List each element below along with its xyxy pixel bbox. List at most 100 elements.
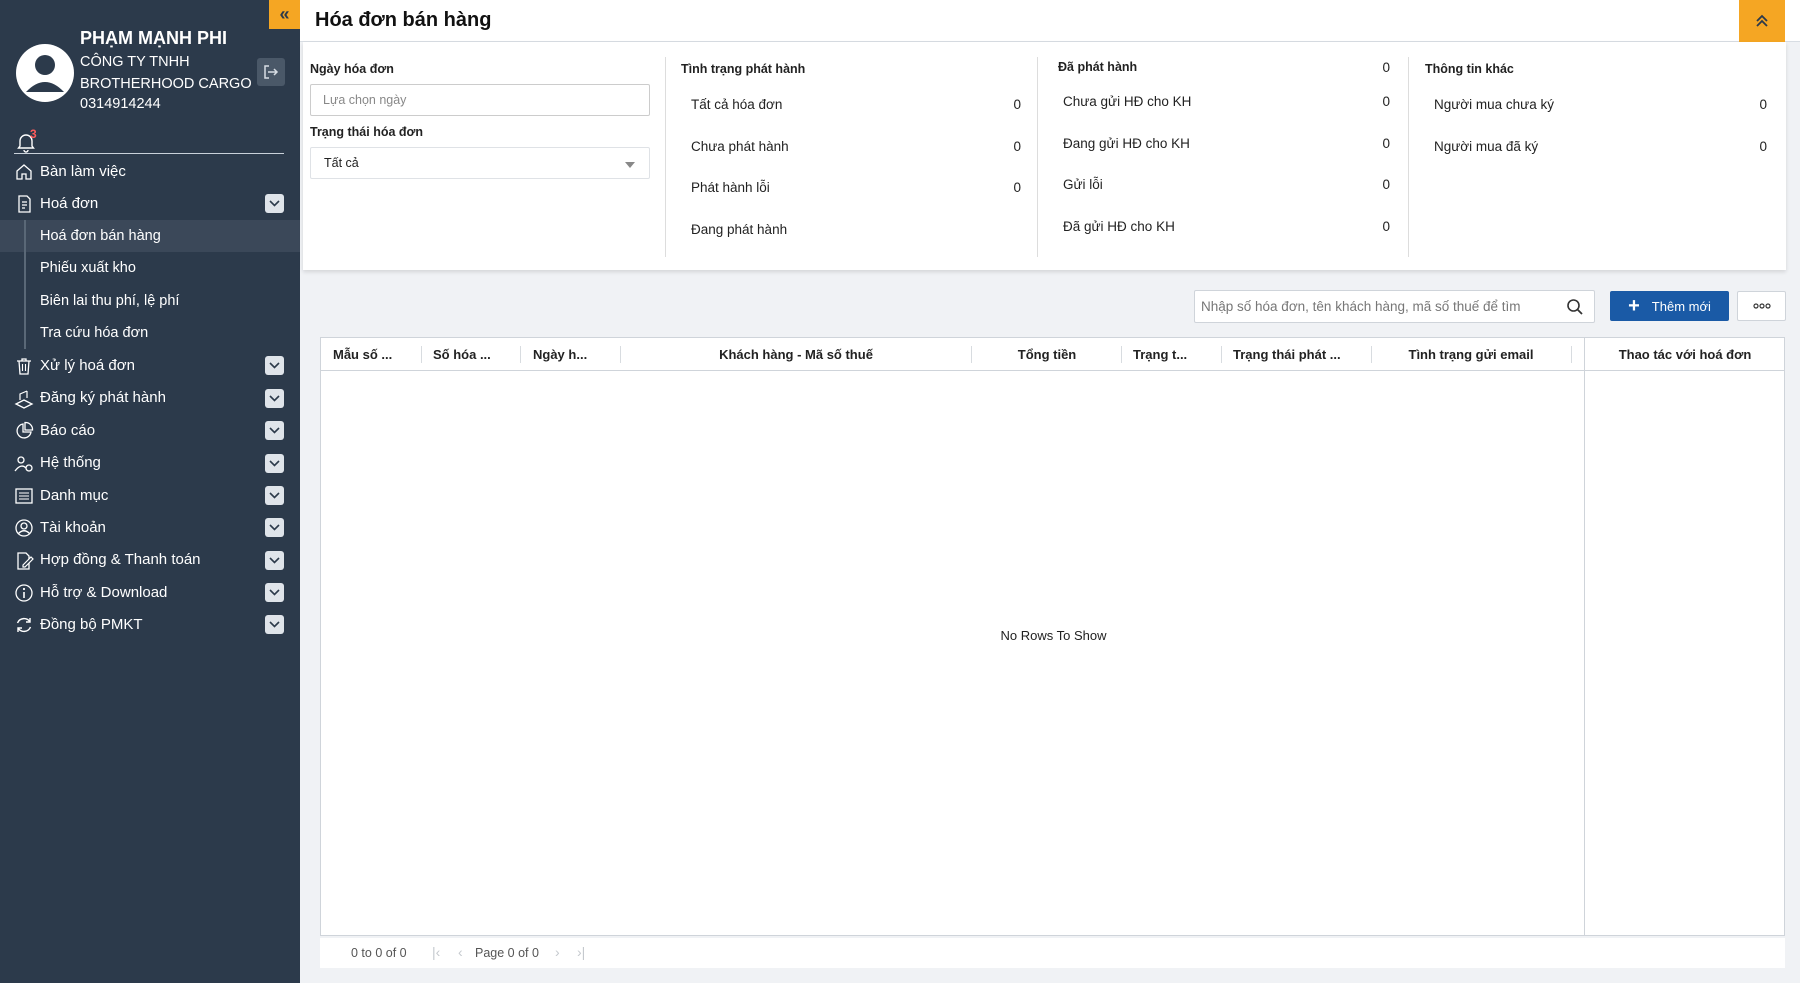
stat-value: 0 xyxy=(1759,97,1767,112)
stat-issue-error[interactable]: Phát hành lỗi 0 xyxy=(691,180,1021,200)
stat-issuing[interactable]: Đang phát hành xyxy=(691,222,1021,242)
sidebar-item-label: Hỗ trợ & Download xyxy=(40,583,168,601)
sidebar-item-dang-ky-phat-hanh[interactable]: Đăng ký phát hành xyxy=(0,382,300,414)
collapse-panel-button[interactable] xyxy=(1739,0,1785,42)
chevron-down-icon[interactable] xyxy=(265,518,284,538)
first-page-icon[interactable]: |‹ xyxy=(432,944,440,960)
more-options-button[interactable] xyxy=(1737,291,1786,321)
sidebar-subitem-hoa-don-ban-hang[interactable]: Hoá đơn bán hàng xyxy=(0,219,300,253)
chevron-down-icon[interactable] xyxy=(265,388,284,408)
column-header-ngay-hoa-don[interactable]: Ngày h... xyxy=(533,338,619,371)
logout-button[interactable] xyxy=(257,58,285,86)
row-count-info: 0 to 0 of 0 xyxy=(351,946,407,960)
column-header-khach-hang[interactable]: Khách hàng - Mã số thuế xyxy=(621,338,971,371)
stat-not-sent[interactable]: Chưa gửi HĐ cho KH 0 xyxy=(1063,94,1390,114)
stat-all-invoices[interactable]: Tất cả hóa đơn 0 xyxy=(691,97,1021,117)
register-icon xyxy=(14,390,34,409)
sidebar-divider xyxy=(14,153,284,154)
date-picker-input[interactable] xyxy=(310,84,650,116)
chevron-down-icon[interactable] xyxy=(265,453,284,473)
column-header-tong-tien[interactable]: Tổng tiền xyxy=(972,338,1122,371)
stat-value: 0 xyxy=(1013,180,1021,195)
issue-status-title: Tình trạng phát hành xyxy=(681,62,806,76)
column-header-so-hoa-don[interactable]: Số hóa ... xyxy=(433,338,519,371)
sidebar-subitem-tra-cuu[interactable]: Tra cứu hóa đơn xyxy=(0,317,300,349)
next-page-icon[interactable]: › xyxy=(555,944,560,960)
sidebar-item-ho-tro[interactable]: Hỗ trợ & Download xyxy=(0,576,300,608)
add-new-label: Thêm mới xyxy=(1651,298,1711,314)
column-separator[interactable] xyxy=(1571,346,1572,363)
issued-header: Đã phát hành 0 xyxy=(1058,60,1390,80)
column-separator[interactable] xyxy=(520,346,521,363)
column-header-mau-so[interactable]: Mẫu số ... xyxy=(333,338,419,371)
sidebar-item-hoa-don[interactable]: Hoá đơn xyxy=(0,187,300,219)
chevron-down-icon[interactable] xyxy=(265,550,284,570)
stat-buyer-signed[interactable]: Người mua đã ký 0 xyxy=(1434,139,1767,159)
column-separator[interactable] xyxy=(1121,346,1122,363)
sidebar-item-label: Hệ thống xyxy=(40,454,101,472)
search-input[interactable] xyxy=(1195,291,1555,322)
list-icon xyxy=(15,488,33,504)
column-separator[interactable] xyxy=(421,346,422,363)
grid-header: Mẫu số ... Số hóa ... Ngày h... Khách hà… xyxy=(321,338,1784,371)
more-dots-icon xyxy=(1752,303,1771,309)
column-header-trang-thai-phat-hanh[interactable]: Trạng thái phát ... xyxy=(1233,338,1373,371)
column-separator[interactable] xyxy=(1221,346,1222,363)
users-gear-icon xyxy=(14,455,33,472)
stat-send-error[interactable]: Gửi lỗi 0 xyxy=(1063,177,1390,197)
pagination-bar: 0 to 0 of 0 |‹ ‹ Page 0 of 0 › ›| xyxy=(320,938,1785,968)
sidebar-item-he-thong[interactable]: Hệ thống xyxy=(0,447,300,479)
stat-label: Đang gửi HĐ cho KH xyxy=(1063,136,1190,151)
sidebar-item-dong-bo[interactable]: Đồng bộ PMKT xyxy=(0,608,300,640)
chevron-down-icon[interactable] xyxy=(265,356,284,376)
page-title: Hóa đơn bán hàng xyxy=(315,9,492,31)
stat-label: Đang phát hành xyxy=(691,222,788,237)
sidebar-item-bao-cao[interactable]: Báo cáo xyxy=(0,414,300,446)
chevron-down-icon[interactable] xyxy=(265,615,284,635)
sidebar-subitem-bien-lai[interactable]: Biên lai thu phí, lệ phí xyxy=(0,285,300,317)
status-select[interactable]: Tất cả xyxy=(310,147,650,179)
sidebar-item-tai-khoan[interactable]: Tài khoản xyxy=(0,511,300,543)
add-new-button[interactable]: + Thêm mới xyxy=(1610,291,1729,321)
double-chevron-up-icon xyxy=(1756,14,1768,27)
date-filter-label: Ngày hóa đơn xyxy=(310,62,394,76)
column-header-tinh-trang-email[interactable]: Tình trạng gửi email xyxy=(1372,338,1570,371)
search-box xyxy=(1194,290,1595,323)
stat-value: 0 xyxy=(1013,97,1021,112)
stat-buyer-not-signed[interactable]: Người mua chưa ký 0 xyxy=(1434,97,1767,117)
stat-label: Tất cả hóa đơn xyxy=(691,97,783,112)
stat-not-issued[interactable]: Chưa phát hành 0 xyxy=(691,139,1021,159)
sidebar-item-danh-muc[interactable]: Danh mục xyxy=(0,479,300,511)
prev-page-icon[interactable]: ‹ xyxy=(458,944,463,960)
chevron-down-icon[interactable] xyxy=(265,194,284,214)
column-header-thao-tac[interactable]: Thao tác với hoá đơn xyxy=(1585,338,1785,371)
sidebar-item-xu-ly-hoa-don[interactable]: Xử lý hoá đơn xyxy=(0,349,300,381)
stat-value: 0 xyxy=(1759,139,1767,154)
user-avatar-icon xyxy=(26,55,64,92)
status-filter-label: Trạng thái hóa đơn xyxy=(310,125,424,139)
column-header-trang-thai[interactable]: Trạng t... xyxy=(1133,338,1219,371)
stat-label: Chưa gửi HĐ cho KH xyxy=(1063,94,1192,109)
stat-sent[interactable]: Đã gửi HĐ cho KH 0 xyxy=(1063,219,1390,239)
stat-sending[interactable]: Đang gửi HĐ cho KH 0 xyxy=(1063,136,1390,156)
avatar xyxy=(16,44,74,102)
sync-icon xyxy=(16,618,32,633)
user-circle-icon xyxy=(15,519,33,537)
company-name: CÔNG TY TNHH BROTHERHOOD CARGO xyxy=(80,54,252,92)
user-name: PHẠM MẠNH PHI xyxy=(80,28,227,48)
sidebar-item-label: Đăng ký phát hành xyxy=(40,389,166,407)
chevron-down-icon[interactable] xyxy=(265,421,284,441)
search-icon[interactable] xyxy=(1566,298,1584,316)
sidebar-item-label: Bàn làm việc xyxy=(40,162,126,180)
issued-total: 0 xyxy=(1382,60,1390,75)
sidebar-item-label: Báo cáo xyxy=(40,421,96,439)
chevron-down-icon[interactable] xyxy=(265,485,284,505)
sidebar-item-ban-lam-viec[interactable]: Bàn làm việc xyxy=(0,155,300,187)
plus-icon: + xyxy=(1628,295,1640,317)
sidebar-menu: Bàn làm việc Hoá đơn Hoá đơn bán hàng Ph… xyxy=(0,155,300,641)
collapse-sidebar-button[interactable]: « xyxy=(269,0,300,29)
last-page-icon[interactable]: ›| xyxy=(577,944,585,960)
chevron-down-icon[interactable] xyxy=(265,583,284,603)
sidebar-item-hop-dong[interactable]: Hợp đồng & Thanh toán xyxy=(0,544,300,576)
sidebar-subitem-phieu-xuat-kho[interactable]: Phiếu xuất kho xyxy=(0,252,300,284)
